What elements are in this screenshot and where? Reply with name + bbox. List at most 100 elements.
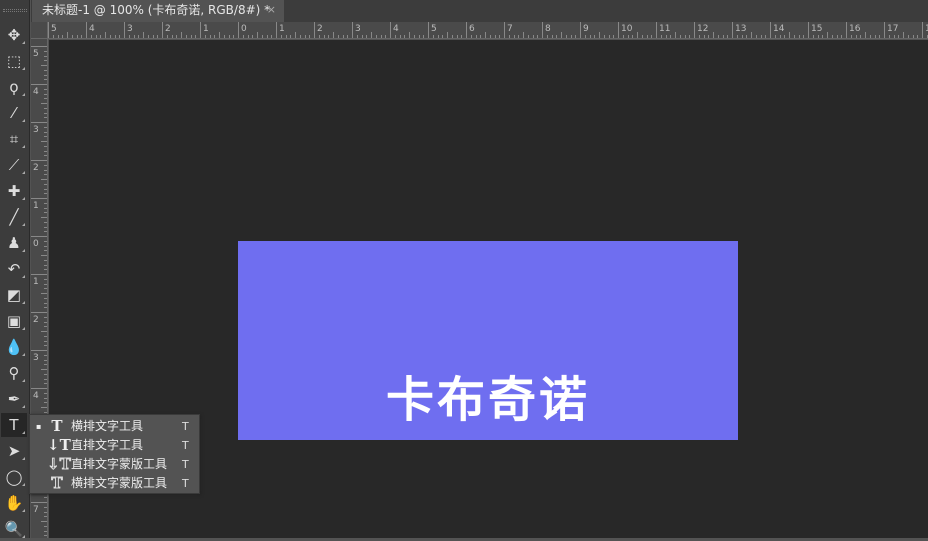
flyout-item[interactable]: T 横排文字蒙版工具 T <box>30 474 199 493</box>
ruler-label: 5 <box>431 24 437 34</box>
flyout-item[interactable]: ▪ T 横排文字工具 T <box>30 417 199 436</box>
ruler-tick <box>44 364 47 366</box>
ruler-label: 15 <box>811 24 823 34</box>
ruler-tick <box>470 35 472 38</box>
ruler-tick <box>390 22 391 38</box>
ruler-tick <box>793 35 795 38</box>
panel-grip[interactable] <box>3 9 27 12</box>
ruler-tick <box>589 35 591 38</box>
ruler-tick <box>204 35 206 38</box>
flyout-item-label: 横排文字蒙版工具 <box>71 476 168 490</box>
zoom-tool-icon[interactable]: 🔍 <box>1 517 27 541</box>
ruler-tick <box>722 35 724 38</box>
ruler-tick <box>41 331 47 332</box>
type-tool-icon: T <box>51 474 63 493</box>
eyedropper-tool-icon[interactable]: ⟋ <box>1 153 27 177</box>
ellipse-tool-icon[interactable]: ◯ <box>1 465 27 489</box>
ruler-tick <box>44 145 47 147</box>
brush-tool-icon[interactable]: ╱ <box>1 205 27 229</box>
flyout-item[interactable]: ↓T 直排文字工具 T <box>30 436 199 455</box>
ruler-tick <box>542 22 543 38</box>
ruler-tick <box>31 84 47 85</box>
ruler-tick <box>238 22 239 38</box>
ruler-tick <box>95 35 97 38</box>
document-title: 未标题-1 @ 100% (卡布奇诺, RGB/8#) * <box>42 3 271 17</box>
ruler-tick <box>41 369 47 370</box>
eraser-tool-icon[interactable]: ◩ <box>1 283 27 307</box>
gradient-tool-icon[interactable]: ▣ <box>1 309 27 333</box>
horizontal-ruler[interactable]: 543210123456789101112131415161718 <box>48 22 928 39</box>
ruler-tick <box>44 340 47 342</box>
ruler-tick <box>755 35 757 38</box>
ruler-tick <box>727 35 729 38</box>
move-tool-icon[interactable]: ✥ <box>1 23 27 47</box>
path-selection-tool-icon[interactable]: ➤ <box>1 439 27 463</box>
ruler-tick <box>822 35 824 38</box>
ruler-tick <box>147 35 149 38</box>
ruler-tick <box>456 35 458 38</box>
ruler-tick <box>44 335 47 337</box>
ruler-tick <box>774 35 776 38</box>
ruler-tick <box>314 22 315 38</box>
document-tab[interactable]: 未标题-1 @ 100% (卡布奇诺, RGB/8#) * × <box>32 0 284 22</box>
ruler-tick <box>751 32 752 38</box>
ruler-label: 1 <box>203 24 209 34</box>
ruler-tick <box>44 231 47 233</box>
ruler-tick <box>708 35 710 38</box>
ruler-tick <box>912 35 914 38</box>
dodge-tool-icon[interactable]: ⚲ <box>1 361 27 385</box>
ruler-tick <box>44 202 47 204</box>
type-tool-icon[interactable]: T <box>1 413 27 437</box>
hand-tool-icon[interactable]: ✋ <box>1 491 27 515</box>
ruler-label: 1 <box>33 201 39 211</box>
ruler-tick <box>138 35 140 38</box>
magic-wand-tool-icon[interactable]: ⁄ <box>1 101 27 125</box>
ruler-tick <box>90 35 92 38</box>
ruler-tick <box>133 35 135 38</box>
type-tool-icon: T <box>51 417 63 435</box>
lasso-tool-icon[interactable]: ϙ <box>1 75 27 99</box>
ruler-origin[interactable] <box>31 22 48 39</box>
crop-tool-icon[interactable]: ⌗ <box>1 127 27 151</box>
blur-tool-icon[interactable]: 💧 <box>1 335 27 359</box>
stamp-tool-icon[interactable]: ♟ <box>1 231 27 255</box>
ruler-tick <box>200 22 201 38</box>
tab-bar: 未标题-1 @ 100% (卡布奇诺, RGB/8#) * × <box>31 0 928 22</box>
ruler-tick <box>437 35 439 38</box>
document-canvas[interactable]: 卡布奇诺 <box>238 241 738 440</box>
ruler-tick <box>242 35 244 38</box>
ruler-tick <box>124 22 125 38</box>
ruler-tick <box>44 525 47 527</box>
ruler-tick <box>41 255 47 256</box>
flyout-item-label: 横排文字工具 <box>71 419 144 433</box>
ruler-tick <box>31 46 47 47</box>
ruler-tick <box>195 35 197 38</box>
ruler-tick <box>44 359 47 361</box>
ruler-tick <box>299 35 301 38</box>
ruler-tick <box>44 226 47 228</box>
ruler-tick <box>489 35 491 38</box>
marquee-tool-icon[interactable]: ⬚ <box>1 49 27 73</box>
ruler-tick <box>219 32 220 38</box>
ruler-tick <box>44 397 47 399</box>
ruler-tick <box>884 22 885 38</box>
ruler-tick <box>328 35 330 38</box>
ruler-tick <box>523 32 524 38</box>
healing-brush-tool-icon[interactable]: ✚ <box>1 179 27 203</box>
flyout-item[interactable]: ↓T 直排文字蒙版工具 T <box>30 455 199 474</box>
history-brush-tool-icon[interactable]: ↶ <box>1 257 27 281</box>
ruler-label: 12 <box>697 24 709 34</box>
ruler-tick <box>252 35 254 38</box>
shortcut-key: T <box>182 439 189 452</box>
ruler-tick <box>41 293 47 294</box>
flyout-item-label: 直排文字工具 <box>71 438 144 452</box>
ruler-tick <box>347 35 349 38</box>
ruler-tick <box>309 35 311 38</box>
ruler-tick <box>342 35 344 38</box>
ruler-tick <box>44 107 47 109</box>
ruler-tick <box>409 32 410 38</box>
ruler-tick <box>869 35 871 38</box>
close-icon[interactable]: × <box>267 0 276 20</box>
pen-tool-icon[interactable]: ✒ <box>1 387 27 411</box>
canvas-text-layer[interactable]: 卡布奇诺 <box>386 360 590 430</box>
